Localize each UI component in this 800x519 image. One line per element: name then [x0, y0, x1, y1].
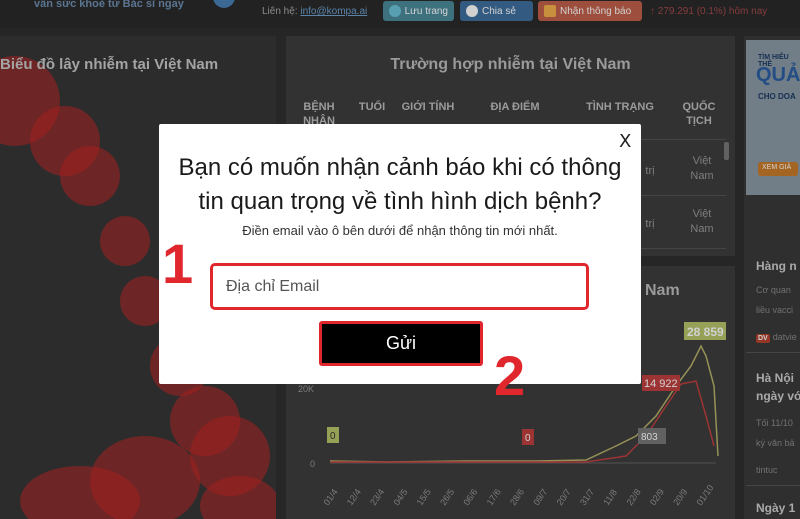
- email-input[interactable]: [210, 263, 589, 310]
- modal-title: Bạn có muốn nhận cảnh báo khi có thông t…: [178, 154, 622, 215]
- close-button[interactable]: X: [619, 131, 631, 152]
- step-marker-2: 2: [494, 344, 526, 407]
- modal-subtitle: Điền email vào ô bên dưới để nhận thông …: [242, 223, 558, 238]
- submit-button[interactable]: Gửi: [319, 321, 483, 366]
- step-marker-1: 1: [162, 232, 194, 295]
